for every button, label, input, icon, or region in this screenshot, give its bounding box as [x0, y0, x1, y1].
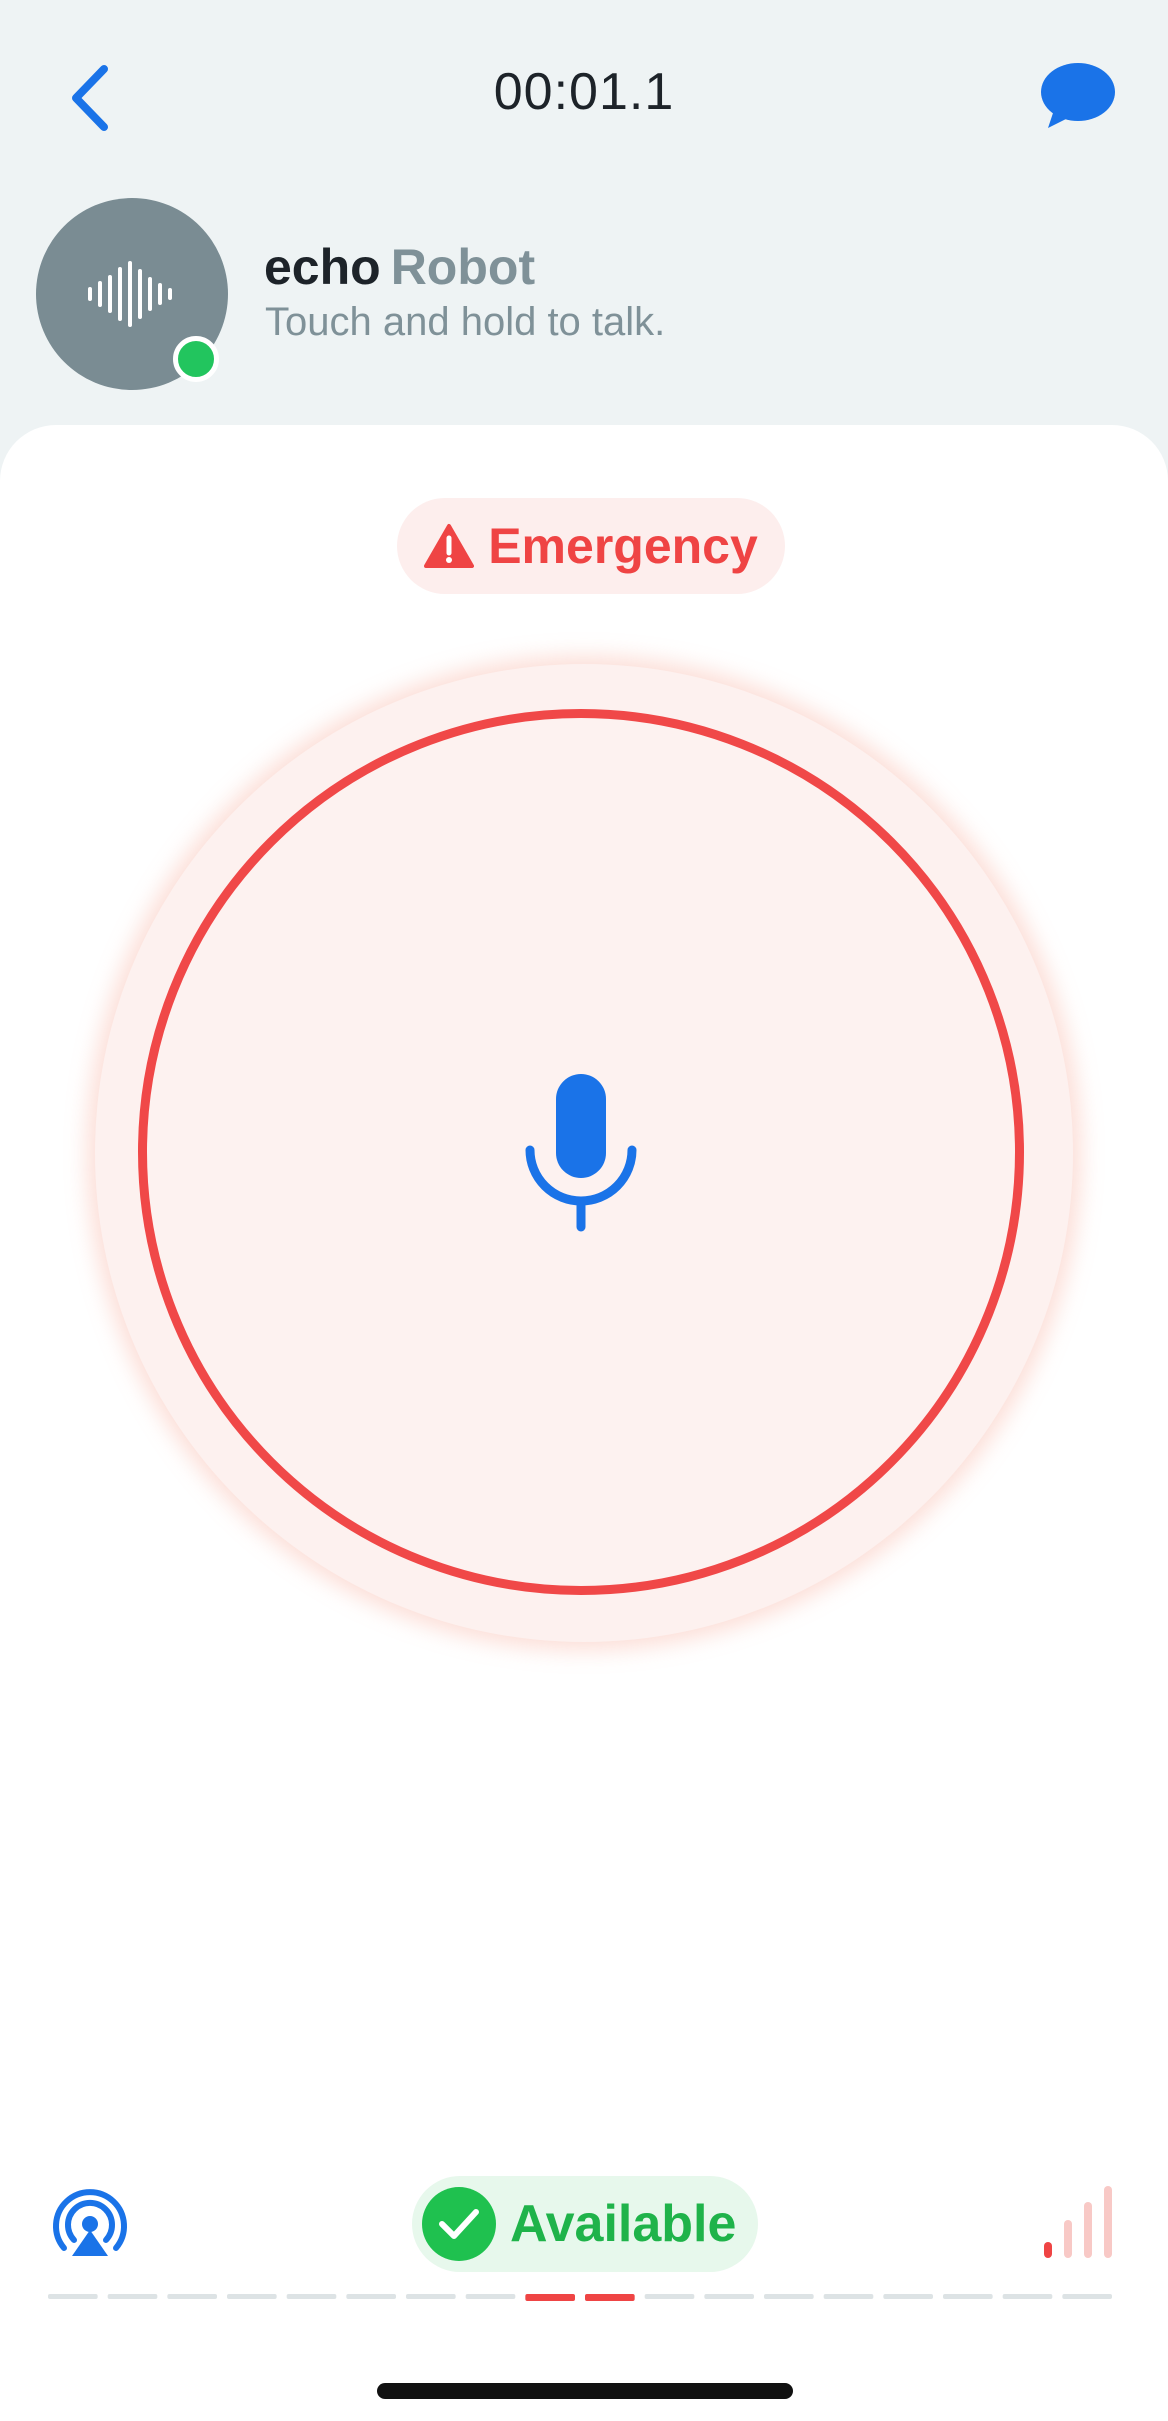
- signal-bar: [1064, 2220, 1072, 2258]
- availability-status[interactable]: Available: [412, 2176, 758, 2272]
- timeline-segment: [465, 2294, 516, 2299]
- contact-hint: Touch and hold to talk.: [265, 300, 666, 344]
- timeline-segment: [585, 2294, 635, 2301]
- warning-triangle-icon: [424, 524, 475, 568]
- broadcast-button[interactable]: [52, 2184, 128, 2260]
- timeline-segment: [167, 2294, 217, 2299]
- signal-bar: [1104, 2186, 1112, 2258]
- chat-button[interactable]: [1036, 58, 1120, 134]
- checkmark-icon: [422, 2187, 496, 2261]
- signal-bar: [1044, 2242, 1052, 2258]
- push-to-talk-button[interactable]: [138, 709, 1024, 1595]
- timeline-segment: [764, 2294, 814, 2299]
- timeline-segment: [883, 2294, 933, 2299]
- timeline-segment: [48, 2294, 98, 2299]
- timeline-segment: [1062, 2294, 1112, 2299]
- contact-name: echo Robot: [264, 238, 535, 296]
- signal-bars-icon: [1044, 2186, 1112, 2258]
- timeline-track: [48, 2294, 1112, 2301]
- timeline-segment: [823, 2294, 874, 2299]
- timeline-segment: [525, 2294, 575, 2301]
- timeline-segment: [943, 2294, 993, 2299]
- signal-bar: [1084, 2202, 1092, 2258]
- presence-indicator: [173, 336, 219, 382]
- waveform-icon: [88, 261, 172, 327]
- timeline-segment: [227, 2294, 277, 2299]
- timeline-segment: [644, 2294, 695, 2299]
- contact-name-text: echo: [264, 239, 381, 295]
- call-timer: 00:01.1: [493, 63, 675, 121]
- microphone-icon: [525, 1074, 637, 1232]
- emergency-label: Emergency: [488, 518, 758, 574]
- timeline-segment: [406, 2294, 456, 2299]
- timeline-segment: [346, 2294, 396, 2299]
- contact-role: Robot: [390, 239, 536, 295]
- timeline-segment: [1002, 2294, 1053, 2299]
- speech-bubble-icon: [1041, 63, 1115, 128]
- timeline-segment: [107, 2294, 158, 2299]
- broadcast-icon: [53, 2189, 127, 2256]
- timeline-segment: [704, 2294, 754, 2299]
- availability-label: Available: [510, 2195, 737, 2253]
- emergency-button[interactable]: Emergency: [397, 498, 785, 594]
- call-header: 00:01.1 echo Robot Touch and hold to talk…: [0, 0, 1168, 440]
- home-indicator[interactable]: [377, 2383, 793, 2399]
- timeline-segment: [286, 2294, 337, 2299]
